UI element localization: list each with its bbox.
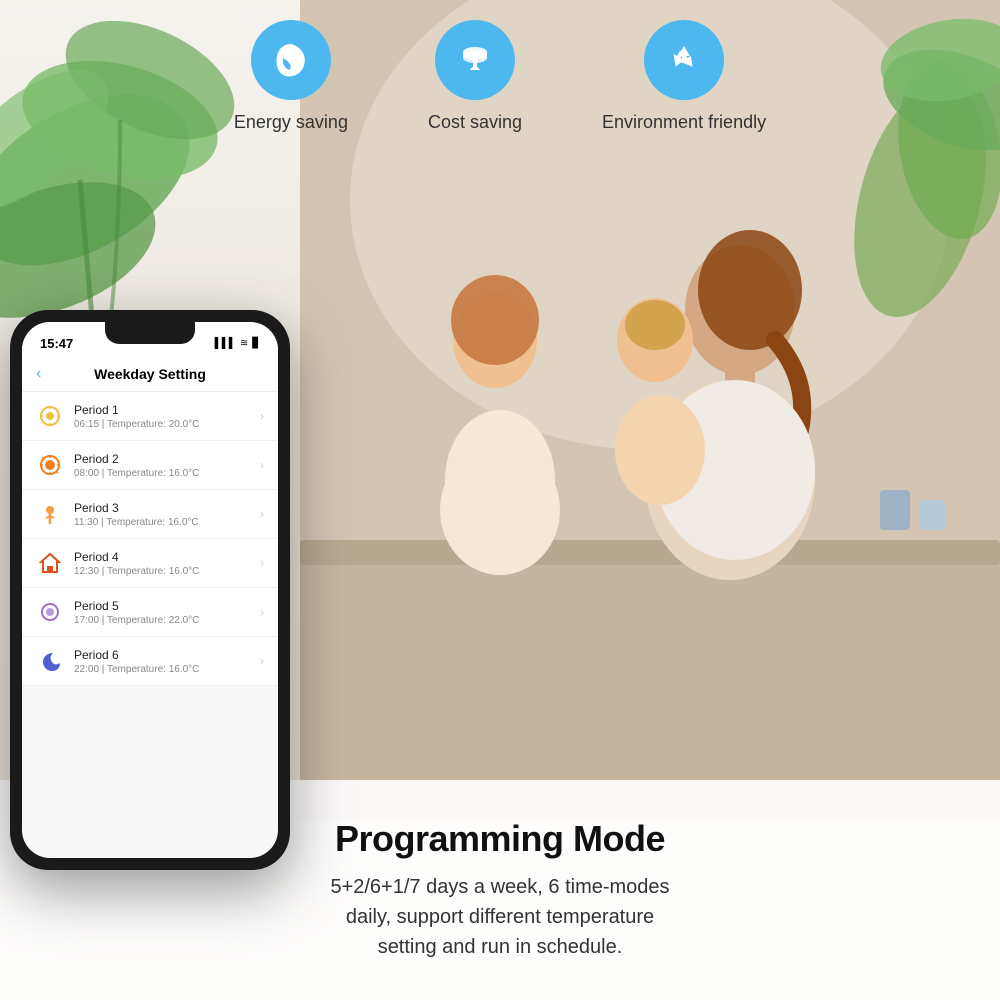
signal-icon: ▌▌▌ (215, 338, 236, 349)
period-item-4[interactable]: Period 4 12:30 | Temperature: 16.0°C › (22, 539, 278, 588)
period-3-info: Period 3 11:30 | Temperature: 16.0°C (74, 501, 260, 528)
period-4-name: Period 4 (74, 550, 260, 564)
phone-notch (105, 322, 195, 344)
period-1-detail: 06:15 | Temperature: 20.0°C (74, 419, 260, 430)
feature-environment: Environment friendly (602, 20, 766, 133)
period-6-detail: 22:00 | Temperature: 16.0°C (74, 664, 260, 675)
period-6-chevron: › (260, 654, 264, 668)
battery-icon: ▊ (252, 338, 260, 349)
environment-icon-circle (644, 20, 724, 100)
period-5-name: Period 5 (74, 599, 260, 613)
programming-mode-title: Programming Mode (335, 818, 665, 860)
status-icons: ▌▌▌ ≋ ▊ (215, 338, 260, 349)
period-2-detail: 08:00 | Temperature: 16.0°C (74, 468, 260, 479)
period-3-detail: 11:30 | Temperature: 16.0°C (74, 517, 260, 528)
period-item-1[interactable]: Period 1 06:15 | Temperature: 20.0°C › (22, 392, 278, 441)
period-4-chevron: › (260, 556, 264, 570)
period-5-detail: 17:00 | Temperature: 22.0°C (74, 615, 260, 626)
period-6-name: Period 6 (74, 648, 260, 662)
coins-icon (453, 38, 497, 82)
period-5-chevron: › (260, 605, 264, 619)
period-list: Period 1 06:15 | Temperature: 20.0°C › P… (22, 392, 278, 686)
period-1-icon (36, 402, 64, 430)
period-item-2[interactable]: Period 2 08:00 | Temperature: 16.0°C › (22, 441, 278, 490)
period-2-info: Period 2 08:00 | Temperature: 16.0°C (74, 452, 260, 479)
cost-saving-label: Cost saving (428, 112, 522, 133)
period-2-chevron: › (260, 458, 264, 472)
app-header: ‹ Weekday Setting (22, 357, 278, 392)
wifi-icon: ≋ (240, 338, 248, 349)
period-5-info: Period 5 17:00 | Temperature: 22.0°C (74, 599, 260, 626)
period-6-info: Period 6 22:00 | Temperature: 16.0°C (74, 648, 260, 675)
period-item-5[interactable]: Period 5 17:00 | Temperature: 22.0°C › (22, 588, 278, 637)
environment-label: Environment friendly (602, 112, 766, 133)
period-6-icon (36, 647, 64, 675)
period-3-chevron: › (260, 507, 264, 521)
period-4-detail: 12:30 | Temperature: 16.0°C (74, 566, 260, 577)
period-1-chevron: › (260, 409, 264, 423)
period-1-name: Period 1 (74, 403, 260, 417)
cost-saving-icon-circle (435, 20, 515, 100)
header-title: Weekday Setting (94, 366, 206, 382)
energy-saving-label: Energy saving (234, 112, 348, 133)
feature-cost-saving: Cost saving (428, 20, 522, 133)
period-2-icon (36, 451, 64, 479)
period-5-icon (36, 598, 64, 626)
period-4-icon (36, 549, 64, 577)
period-item-3[interactable]: Period 3 11:30 | Temperature: 16.0°C › (22, 490, 278, 539)
energy-saving-icon-circle (251, 20, 331, 100)
phone-container: 15:47 ▌▌▌ ≋ ▊ ‹ Weekday Setting (10, 310, 290, 870)
period-item-6[interactable]: Period 6 22:00 | Temperature: 16.0°C › (22, 637, 278, 686)
phone-mockup: 15:47 ▌▌▌ ≋ ▊ ‹ Weekday Setting (10, 310, 290, 870)
period-3-icon (36, 500, 64, 528)
programming-mode-description: 5+2/6+1/7 days a week, 6 time-modesdaily… (330, 872, 669, 962)
back-button[interactable]: ‹ (36, 365, 41, 383)
feature-energy-saving: Energy saving (234, 20, 348, 133)
period-3-name: Period 3 (74, 501, 260, 515)
phone-screen: 15:47 ▌▌▌ ≋ ▊ ‹ Weekday Setting (22, 322, 278, 858)
recycle-icon (662, 38, 706, 82)
period-2-name: Period 2 (74, 452, 260, 466)
period-4-info: Period 4 12:30 | Temperature: 16.0°C (74, 550, 260, 577)
leaf-icon (269, 38, 313, 82)
features-row: Energy saving Cost saving (0, 20, 1000, 133)
period-1-info: Period 1 06:15 | Temperature: 20.0°C (74, 403, 260, 430)
status-time: 15:47 (40, 336, 73, 351)
